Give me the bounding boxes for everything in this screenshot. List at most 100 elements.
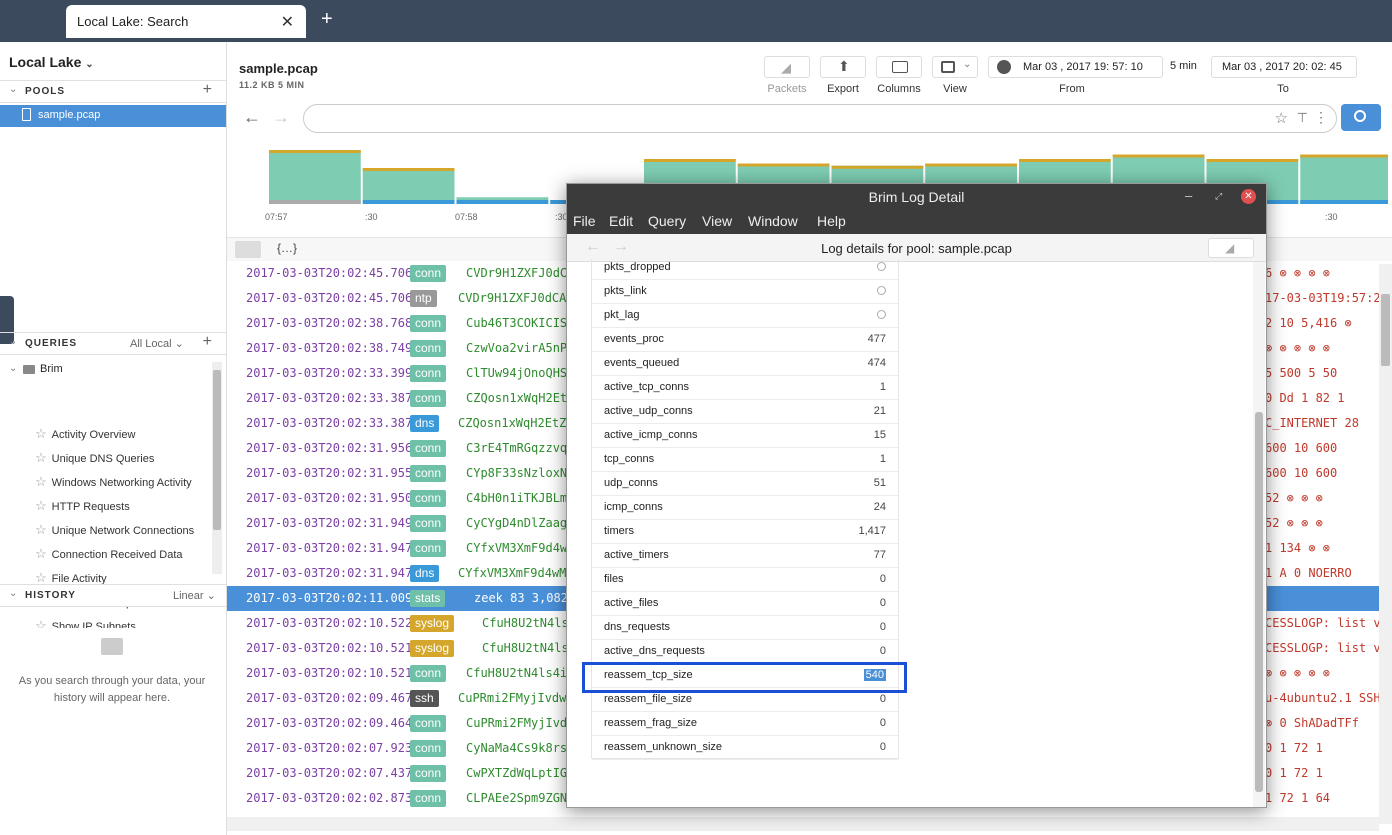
field-row[interactable]: files 0 [592, 568, 898, 592]
field-row[interactable]: udp_conns 51 [592, 472, 898, 496]
path-badge[interactable]: conn [410, 665, 447, 682]
field-row[interactable]: events_queued 474 [592, 352, 898, 376]
maximize-icon[interactable]: ⤢ [1215, 191, 1222, 202]
field-row[interactable]: reassem_frag_size 0 [592, 712, 898, 736]
field-row[interactable]: active_dns_requests 0 [592, 640, 898, 664]
duration-label: 5 min [1170, 60, 1197, 72]
query-item[interactable]: ☆ Unique DNS Queries [35, 450, 154, 466]
field-value: 15 [873, 429, 886, 441]
history-section-header[interactable]: ⌄ HISTORY Linear ⌄ [0, 584, 226, 607]
path-badge[interactable]: conn [410, 715, 447, 732]
back-arrow-icon[interactable]: ← [243, 107, 261, 128]
field-row[interactable]: tcp_conns 1 [592, 448, 898, 472]
tab-local-lake-search[interactable]: Local Lake: Search ✕ [66, 5, 306, 38]
lake-selector[interactable]: Local Lake ⌄ [9, 54, 94, 70]
columns-label: Columns [877, 83, 921, 95]
query-item[interactable]: ☆ HTTP Requests [35, 498, 130, 514]
history-label: HISTORY [25, 590, 76, 601]
path-badge[interactable]: conn [410, 315, 447, 332]
path-badge[interactable]: dns [410, 565, 440, 582]
close-icon[interactable]: ✕ [281, 12, 294, 32]
query-item[interactable]: ☆ Connection Received Data [35, 546, 183, 562]
path-badge[interactable]: conn [410, 740, 447, 757]
queries-scrollbar[interactable] [212, 362, 222, 574]
query-label: Windows Networking Activity [51, 477, 192, 489]
add-query-icon[interactable]: + [203, 333, 212, 351]
field-row[interactable]: pkts_link [592, 280, 898, 304]
field-row[interactable]: active_udp_conns 21 [592, 400, 898, 424]
table-view-icon[interactable] [235, 241, 261, 258]
columns-button[interactable] [876, 56, 922, 78]
path-badge[interactable]: conn [410, 440, 447, 457]
path-badge[interactable]: syslog [410, 615, 455, 632]
query-item[interactable]: ☆ Activity Overview [35, 426, 135, 442]
results-scrollbar[interactable] [1379, 264, 1392, 824]
json-view-icon[interactable]: {…} [277, 241, 297, 255]
field-row[interactable]: active_tcp_conns 1 [592, 376, 898, 400]
packets-button[interactable]: ◢ [1208, 238, 1254, 258]
history-mode[interactable]: Linear ⌄ [173, 589, 216, 602]
query-item[interactable]: ☆ Show IP Subnets [35, 618, 136, 628]
path-badge[interactable]: conn [410, 365, 447, 382]
path-badge[interactable]: conn [410, 265, 447, 282]
menu-file[interactable]: File [573, 213, 596, 229]
packets-button[interactable]: ◢ [764, 56, 810, 78]
path-badge[interactable]: conn [410, 790, 447, 807]
view-button[interactable]: ⌄ [932, 56, 978, 78]
queries-filter[interactable]: All Local ⌄ [130, 337, 184, 350]
search-button[interactable] [1341, 104, 1381, 131]
timestamp-cell: 2017-03-03T20:02:33.399 [246, 366, 413, 380]
query-item[interactable]: ☆ Unique Network Connections [35, 522, 194, 538]
field-value: 51 [873, 477, 886, 489]
uid-cell: CuPRmi2FMyjIvdw [466, 716, 575, 730]
add-pool-icon[interactable]: + [203, 81, 212, 99]
path-badge[interactable]: ssh [410, 690, 439, 707]
path-badge[interactable]: conn [410, 540, 447, 557]
close-icon[interactable]: ✕ [1241, 189, 1256, 204]
new-tab-button[interactable]: + [321, 8, 333, 31]
export-button[interactable]: ⬆ [820, 56, 866, 78]
path-badge[interactable]: conn [410, 390, 447, 407]
detail-scrollbar[interactable] [1253, 262, 1265, 807]
path-badge[interactable]: ntp [410, 290, 437, 307]
from-date-value: Mar 03 , 2017 19: 57: 10 [1023, 61, 1143, 73]
path-badge[interactable]: stats [410, 590, 446, 607]
query-folder-brim[interactable]: ⌄ Brim [0, 360, 211, 380]
search-input[interactable]: ☆ ⊤ ⋮ [303, 104, 1337, 133]
field-row[interactable]: events_proc 477 [592, 328, 898, 352]
field-row[interactable]: dns_requests 0 [592, 616, 898, 640]
field-row[interactable]: pkts_dropped [592, 256, 898, 280]
query-item[interactable]: ☆ Windows Networking Activity [35, 474, 192, 490]
menu-help[interactable]: Help [817, 213, 846, 229]
path-badge[interactable]: conn [410, 515, 447, 532]
path-badge[interactable]: syslog [410, 640, 455, 657]
minimize-icon[interactable]: – [1185, 188, 1192, 203]
sidebar-item-pool[interactable]: sample.pcap [0, 105, 226, 127]
menu-edit[interactable]: Edit [609, 213, 633, 229]
pools-section-header[interactable]: ⌄ POOLS + [0, 80, 226, 103]
forward-arrow-icon[interactable]: → [272, 107, 290, 128]
field-row[interactable]: icmp_conns 24 [592, 496, 898, 520]
field-row[interactable]: active_files 0 [592, 592, 898, 616]
field-row[interactable]: timers 1,417 [592, 520, 898, 544]
pin-icon[interactable]: ⊤ [1297, 110, 1308, 126]
path-badge[interactable]: conn [410, 765, 447, 782]
menu-query[interactable]: Query [648, 213, 686, 229]
to-date-input[interactable]: Mar 03 , 2017 20: 02: 45 [1211, 56, 1357, 78]
field-row[interactable]: reassem_unknown_size 0 [592, 736, 898, 760]
from-date-input[interactable]: Mar 03 , 2017 19: 57: 10 [988, 56, 1163, 78]
menu-window[interactable]: Window [748, 213, 798, 229]
more-icon[interactable]: ⋮ [1314, 109, 1328, 126]
menu-view[interactable]: View [702, 213, 732, 229]
results-horizontal-scrollbar[interactable] [227, 817, 1379, 831]
path-badge[interactable]: conn [410, 490, 447, 507]
star-icon[interactable]: ☆ [1275, 109, 1288, 127]
field-row[interactable]: active_icmp_conns 15 [592, 424, 898, 448]
path-badge[interactable]: conn [410, 340, 447, 357]
field-row[interactable]: pkt_lag [592, 304, 898, 328]
field-row[interactable]: active_timers 77 [592, 544, 898, 568]
queries-section-header[interactable]: ⌄ QUERIES All Local ⌄ + [0, 332, 226, 355]
path-badge[interactable]: dns [410, 415, 440, 432]
path-badge[interactable]: conn [410, 465, 447, 482]
queries-label: QUERIES [25, 338, 78, 349]
